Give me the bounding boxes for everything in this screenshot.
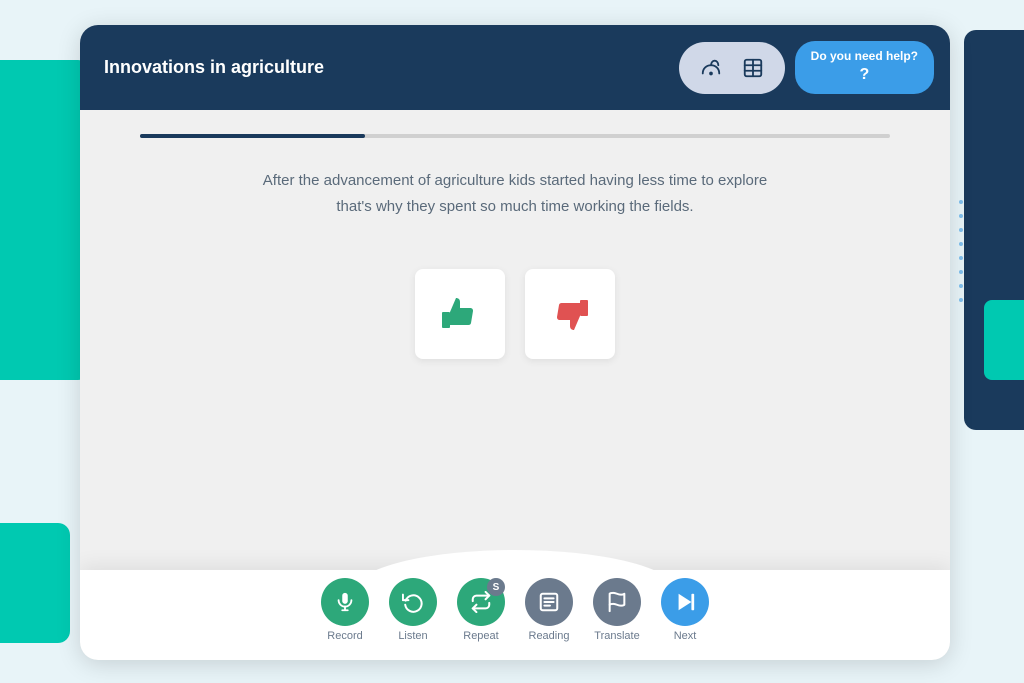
thumbs-down-icon [546, 290, 594, 338]
toolbar-item-reading[interactable]: Reading [525, 578, 573, 642]
translate-label: Translate [594, 630, 639, 642]
header-controls: Do you need help? ? [679, 25, 950, 110]
main-card: Innovations in agriculture [80, 25, 950, 660]
accessibility-controls [679, 42, 785, 94]
toolbar-item-record[interactable]: Record [321, 578, 369, 642]
card-body: After the advancement of agriculture kid… [80, 110, 950, 439]
thumbs-up-icon [436, 290, 484, 338]
record-button[interactable] [321, 578, 369, 626]
toolbar-item-listen[interactable]: Listen [389, 578, 437, 642]
bg-teal-bottom [0, 523, 70, 643]
bottom-toolbar: Record Listen [80, 570, 950, 660]
progress-fill [140, 134, 365, 138]
repeat-label: Repeat [463, 630, 498, 642]
passage-text: After the advancement of agriculture kid… [255, 168, 775, 219]
page-title: Innovations in agriculture [104, 57, 324, 78]
next-label: Next [674, 630, 697, 642]
ear-button[interactable] [693, 50, 729, 86]
thumbs-up-button[interactable] [415, 269, 505, 359]
book-button[interactable] [735, 50, 771, 86]
record-label: Record [327, 630, 362, 642]
reading-button[interactable] [525, 578, 573, 626]
toolbar-item-repeat[interactable]: S Repeat [457, 578, 505, 642]
repeat-badge: S [487, 578, 505, 596]
thumbs-down-button[interactable] [525, 269, 615, 359]
progress-container [140, 134, 890, 138]
listen-label: Listen [398, 630, 427, 642]
toolbar-item-next[interactable]: Next [661, 578, 709, 642]
answer-buttons [415, 269, 615, 359]
reading-label: Reading [529, 630, 570, 642]
translate-button[interactable] [593, 578, 641, 626]
progress-track [140, 134, 890, 138]
next-button[interactable] [661, 578, 709, 626]
toolbar-item-translate[interactable]: Translate [593, 578, 641, 642]
listen-button[interactable] [389, 578, 437, 626]
card-header: Innovations in agriculture [80, 25, 950, 110]
bg-teal-left [0, 60, 90, 380]
help-button[interactable]: Do you need help? ? [795, 41, 934, 93]
bg-teal-right [984, 300, 1024, 380]
